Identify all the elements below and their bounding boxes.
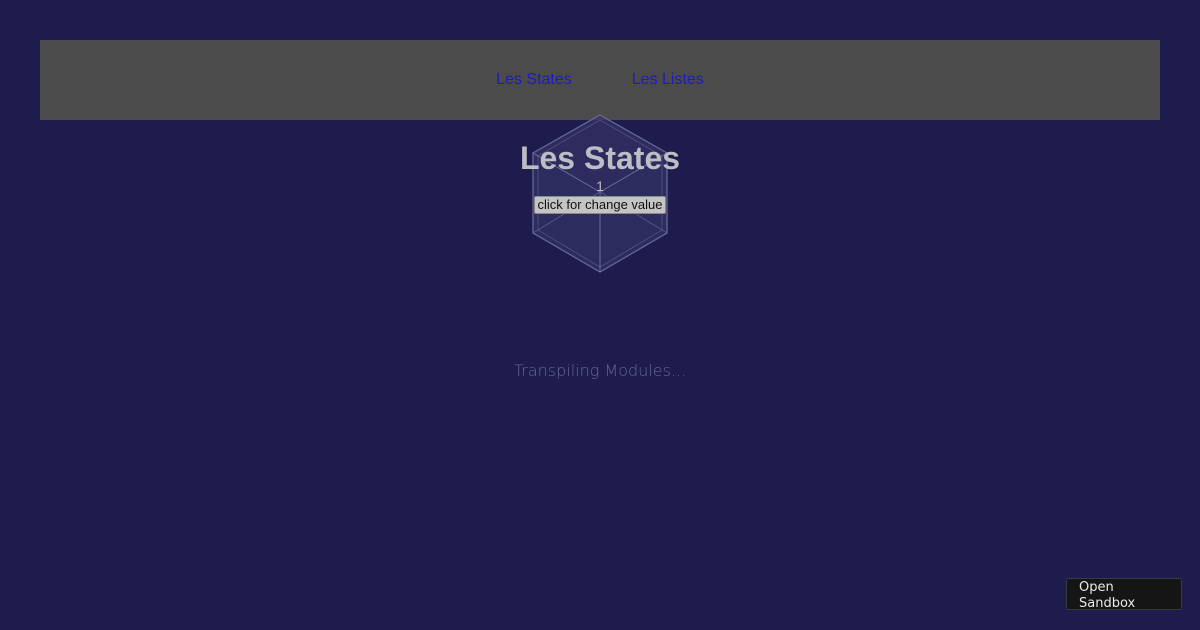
page: Les States Les Listes Les States 1 click… xyxy=(0,0,1200,630)
change-value-button[interactable]: click for change value xyxy=(534,196,666,214)
top-nav: Les States Les Listes xyxy=(40,40,1160,120)
page-title: Les States xyxy=(519,140,681,176)
counter-value: 1 xyxy=(596,178,604,194)
loading-text: Transpiling Modules... xyxy=(513,361,687,380)
open-sandbox-button[interactable]: Open Sandbox xyxy=(1066,578,1182,611)
nav-link-les-listes[interactable]: Les Listes xyxy=(632,71,704,89)
nav-link-les-states[interactable]: Les States xyxy=(496,71,572,89)
main-content: Les States 1 click for change value xyxy=(0,140,1200,214)
